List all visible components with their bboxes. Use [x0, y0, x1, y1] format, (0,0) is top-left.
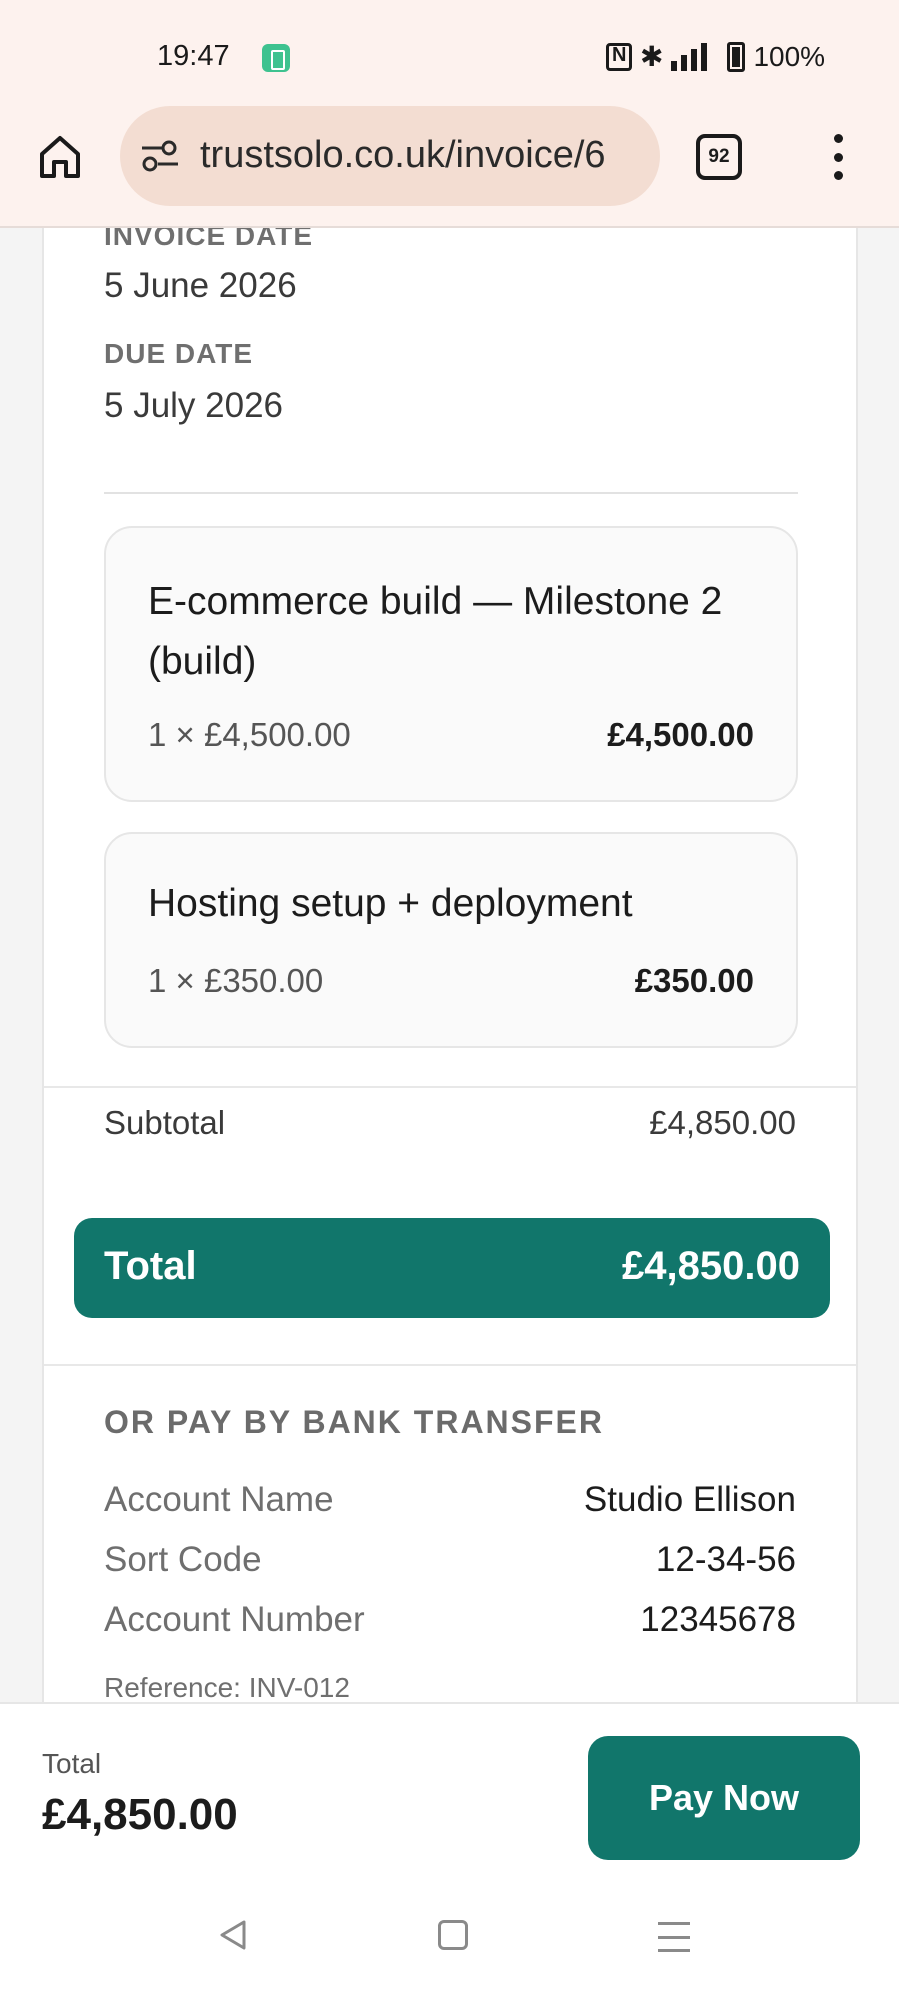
- section-divider: [44, 1086, 856, 1088]
- line-item-title: Hosting setup + deployment: [148, 882, 633, 925]
- tune-icon[interactable]: [140, 140, 180, 172]
- browser-chrome: 19:47 ✱ 100% trustsolo.co.uk/invoice/6 9…: [0, 0, 899, 228]
- recents-icon[interactable]: [658, 1922, 690, 1952]
- battery-icon: [727, 41, 746, 72]
- account-name-label: Account Name: [104, 1480, 334, 1519]
- section-divider: [44, 1364, 856, 1366]
- due-date: 5 July 2026: [104, 386, 284, 425]
- invoice-date-label: INVOICE DATE: [104, 228, 314, 251]
- home-icon[interactable]: [36, 132, 84, 180]
- pay-bar: Total £4,850.00 Pay Now: [0, 1702, 899, 1888]
- nfc-icon: [606, 42, 632, 71]
- invoice-card: INVOICE DATE 5 June 2026 DUE DATE 5 July…: [42, 228, 858, 1702]
- invoice-date: 5 June 2026: [104, 266, 297, 305]
- bluetooth-icon: ✱: [640, 41, 664, 72]
- status-time: 19:47: [157, 40, 230, 72]
- notification-app-icon: [262, 44, 290, 72]
- pay-bar-total-value: £4,850.00: [42, 1790, 238, 1839]
- sort-code-label: Sort Code: [104, 1540, 262, 1579]
- payment-reference: Reference: INV-012: [104, 1672, 350, 1702]
- line-item-amount: £4,500.00: [607, 716, 754, 753]
- back-icon[interactable]: [216, 1918, 250, 1952]
- subtotal-label: Subtotal: [104, 1104, 226, 1141]
- home-nav-icon[interactable]: [438, 1920, 468, 1950]
- line-item-qty-price: 1 × £4,500.00: [148, 716, 351, 753]
- url-text[interactable]: trustsolo.co.uk/invoice/6: [200, 134, 640, 177]
- status-icons: ✱ 100%: [606, 40, 825, 73]
- url-bar[interactable]: trustsolo.co.uk/invoice/6: [120, 106, 660, 206]
- pay-bar-total-label: Total: [42, 1748, 102, 1779]
- subtotal-value: £4,850.00: [649, 1104, 796, 1141]
- more-vert-icon[interactable]: [826, 134, 850, 180]
- line-item-qty-price: 1 × £350.00: [148, 962, 324, 999]
- system-nav-bar: [0, 1888, 899, 2000]
- tab-count: 92: [708, 146, 730, 167]
- signal-icon: [671, 42, 719, 71]
- sort-code-value: 12-34-56: [655, 1540, 796, 1579]
- account-name-value: Studio Ellison: [583, 1480, 796, 1519]
- account-number-label: Account Number: [104, 1600, 365, 1639]
- account-number-value: 12345678: [640, 1600, 796, 1639]
- pay-now-button[interactable]: Pay Now: [588, 1736, 860, 1860]
- tabs-icon[interactable]: 92: [696, 134, 742, 180]
- total-bar: Total £4,850.00: [74, 1218, 830, 1318]
- total-label: Total: [104, 1244, 197, 1288]
- line-item-title: E-commerce build — Milestone 2 (build): [148, 580, 723, 683]
- line-item: Hosting setup + deployment 1 × £350.00 £…: [104, 832, 798, 1048]
- bank-transfer-heading: OR PAY BY BANK TRANSFER: [104, 1404, 604, 1440]
- due-date-label: DUE DATE: [104, 338, 254, 369]
- battery-level: 100%: [753, 40, 826, 72]
- divider: [104, 492, 798, 494]
- line-item: E-commerce build — Milestone 2 (build) 1…: [104, 526, 798, 802]
- total-value: £4,850.00: [622, 1244, 800, 1288]
- line-item-amount: £350.00: [634, 962, 754, 999]
